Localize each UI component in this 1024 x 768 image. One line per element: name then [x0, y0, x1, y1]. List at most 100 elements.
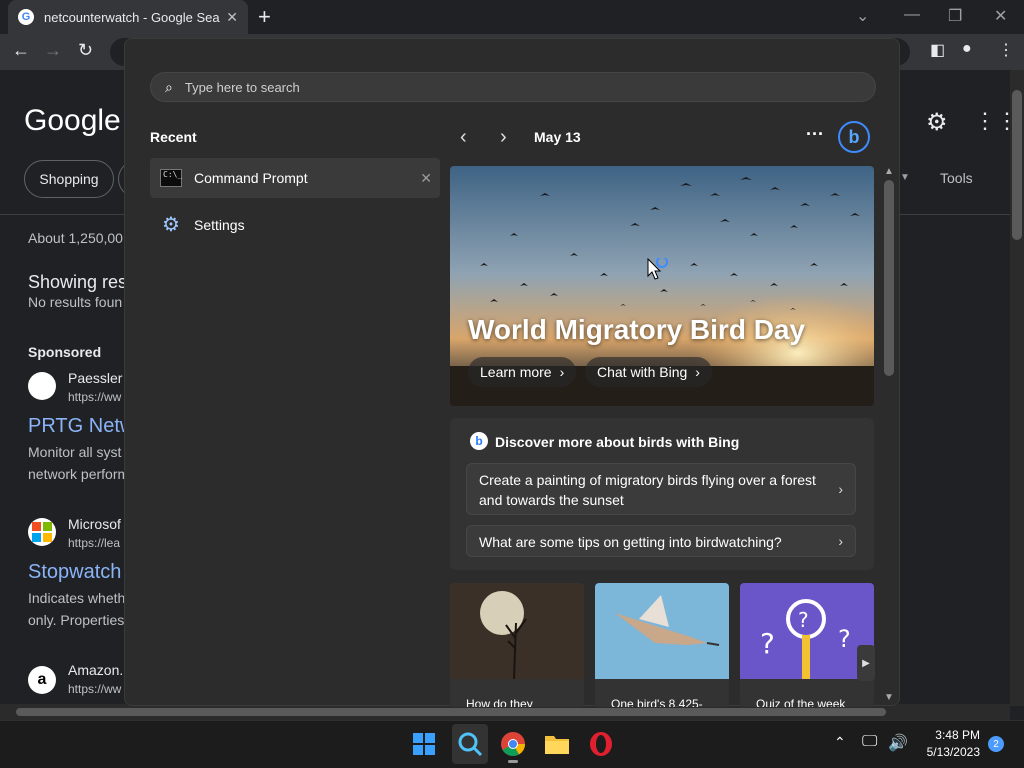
restore-icon[interactable]: ❐ — [948, 6, 962, 26]
chat-with-bing-label: Chat with Bing — [597, 364, 688, 380]
chrome-icon[interactable] — [498, 729, 528, 759]
recent-heading: Recent — [150, 129, 197, 145]
tab-search-icon[interactable]: ⌄ — [856, 6, 869, 26]
result-desc: only. Properties — [28, 612, 125, 628]
chevron-right-icon: › — [838, 481, 843, 497]
shopping-chip[interactable]: Shopping — [24, 160, 114, 198]
running-indicator — [508, 760, 518, 763]
svg-text:?: ? — [760, 627, 775, 660]
result-url[interactable]: https://ww — [68, 682, 121, 696]
tab-title: netcounterwatch - Google Search — [44, 9, 221, 25]
close-tab-icon[interactable]: ✕ — [226, 9, 238, 26]
discover-heading: Discover more about birds with Bing — [495, 434, 740, 450]
chevron-right-icon: › — [559, 364, 565, 380]
result-desc: Monitor all syst — [28, 444, 122, 460]
news-card[interactable]: ? ? ? Quiz of the week — [740, 583, 874, 707]
tools-button[interactable]: Tools — [940, 170, 973, 186]
google-logo[interactable]: Google — [24, 104, 121, 138]
previous-day-icon[interactable]: ‹ — [460, 126, 467, 149]
google-favicon-icon: G — [18, 9, 34, 25]
search-input[interactable] — [184, 79, 785, 95]
back-icon[interactable]: ← — [12, 40, 30, 61]
chevron-right-icon: › — [695, 364, 700, 380]
result-url[interactable]: https://lea — [68, 536, 120, 550]
reload-icon[interactable]: ↻ — [78, 40, 93, 61]
gear-icon: ⚙ — [162, 214, 180, 236]
result-title-link[interactable]: PRTG Netw — [28, 415, 134, 438]
bing-icon[interactable]: b — [838, 121, 870, 153]
result-url[interactable]: https://ww — [68, 390, 121, 404]
clock-time[interactable]: 3:48 PM — [932, 728, 980, 742]
learn-more-label: Learn more — [480, 364, 552, 380]
suggestion-label: What are some tips on getting into birdw… — [479, 534, 782, 550]
chat-with-bing-button[interactable]: Chat with Bing › — [585, 357, 712, 387]
browser-tab[interactable]: G netcounterwatch - Google Search ✕ — [8, 0, 248, 34]
recent-item-label: Command Prompt — [194, 170, 308, 186]
hero-title[interactable]: World Migratory Bird Day — [468, 314, 805, 346]
clock-date[interactable]: 5/13/2023 — [920, 745, 980, 759]
moon-tree-image — [450, 583, 584, 680]
search-taskbar-icon[interactable] — [455, 729, 485, 759]
more-options-icon[interactable]: ··· — [806, 124, 824, 145]
result-desc: network perform — [28, 466, 130, 482]
sponsored-label: Sponsored — [28, 344, 102, 360]
news-card[interactable]: One bird's 8,425- — [595, 583, 729, 707]
learn-more-button[interactable]: Learn more › — [468, 357, 577, 387]
windows-start-icon[interactable] — [409, 729, 439, 759]
suggestion-button[interactable]: Create a painting of migratory birds fly… — [466, 463, 856, 515]
card-caption: Quiz of the week — [756, 697, 846, 707]
card-caption: How do they — [466, 697, 533, 707]
highlight-date: May 13 — [534, 129, 581, 145]
suggestion-label: Create a painting of migratory birds fly… — [479, 472, 816, 508]
side-panel-icon[interactable]: ◧ — [930, 40, 945, 60]
chevron-right-icon: › — [838, 533, 843, 549]
card-caption: One bird's 8,425- — [611, 697, 703, 707]
amazon-logo-icon: a — [28, 666, 56, 694]
new-tab-button[interactable]: + — [258, 4, 271, 30]
file-explorer-icon[interactable] — [542, 729, 572, 759]
search-icon: ⌕ — [165, 78, 173, 95]
showing-results-text: Showing res — [28, 272, 128, 292]
flying-bird-image — [595, 583, 729, 679]
search-box[interactable]: ⌕ — [150, 72, 876, 102]
opera-icon[interactable] — [586, 729, 616, 759]
paessler-favicon — [28, 372, 56, 400]
remove-recent-icon[interactable]: ✕ — [420, 170, 432, 187]
result-desc: Indicates wheth — [28, 590, 126, 606]
svg-text:?: ? — [838, 625, 851, 653]
result-site: Microsof — [68, 516, 121, 532]
next-day-icon[interactable]: › — [500, 126, 507, 149]
horizontal-scroll-thumb[interactable] — [16, 708, 886, 716]
bing-small-icon: b — [470, 432, 488, 450]
panel-scroll-thumb[interactable] — [884, 180, 894, 376]
news-card[interactable]: How do they — [450, 583, 584, 707]
cards-next-icon[interactable]: ▶ — [857, 645, 875, 681]
result-site: Paessler — [68, 370, 123, 386]
panel-scroll-up-icon[interactable]: ▲ — [884, 166, 894, 177]
no-results-text: No results foun — [28, 294, 123, 310]
settings-gear-icon[interactable]: ⚙ — [926, 108, 948, 137]
mouse-cursor-icon — [647, 256, 671, 287]
volume-icon[interactable]: 🔊 — [888, 733, 908, 753]
vertical-scroll-thumb[interactable] — [1012, 90, 1022, 240]
recent-item-label: Settings — [194, 217, 245, 233]
result-title-link[interactable]: Stopwatch — [28, 561, 121, 584]
cmd-icon: C:\_ — [160, 169, 182, 187]
result-site: Amazon. — [68, 662, 124, 678]
notification-badge[interactable]: 2 — [988, 736, 1004, 752]
profile-icon[interactable]: ● — [962, 40, 972, 58]
network-icon[interactable]: 🖵 — [862, 733, 877, 751]
microsoft-logo-icon — [28, 518, 56, 546]
svg-text:?: ? — [798, 608, 809, 632]
suggestion-button[interactable]: What are some tips on getting into birdw… — [466, 525, 856, 557]
show-hidden-icons-icon[interactable]: ⌃ — [834, 734, 846, 751]
menu-icon[interactable]: ⋮ — [998, 40, 1014, 60]
panel-scroll-down-icon[interactable]: ▼ — [884, 692, 894, 703]
recent-item-settings[interactable]: ⚙ Settings — [150, 205, 440, 245]
close-window-icon[interactable]: ✕ — [994, 6, 1007, 26]
forward-icon[interactable]: → — [44, 40, 62, 61]
minimize-icon[interactable]: — — [904, 6, 920, 24]
recent-item-command-prompt[interactable]: C:\_ Command Prompt ✕ — [150, 158, 440, 198]
chevron-down-icon[interactable]: ▼ — [900, 172, 910, 183]
quiz-image: ? ? ? — [740, 583, 874, 679]
